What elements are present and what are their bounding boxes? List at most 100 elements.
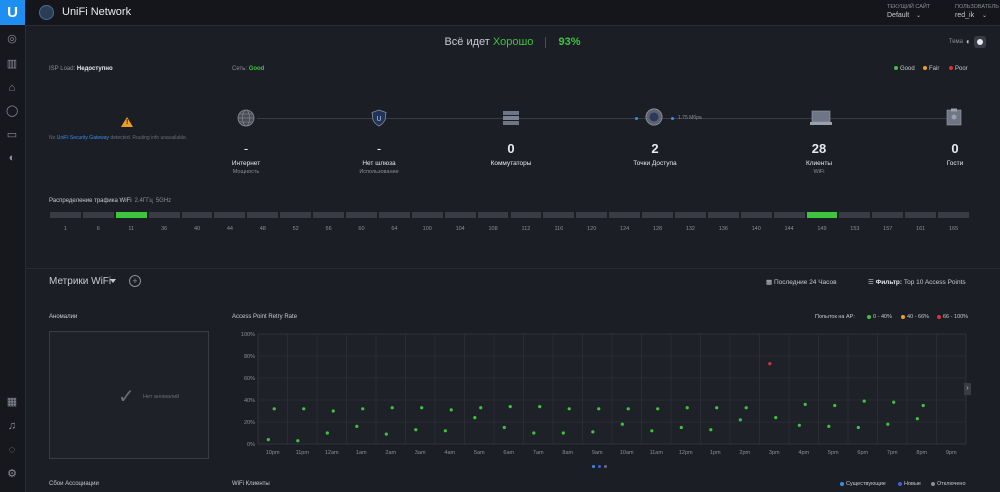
- retry-point: [597, 407, 601, 411]
- statistics-icon[interactable]: ▥: [6, 58, 18, 70]
- retry-point: [656, 407, 660, 411]
- x-tick-label: 3pm: [769, 450, 780, 456]
- map-icon[interactable]: ⌂: [6, 82, 18, 94]
- x-tick-label: 4pm: [798, 450, 809, 456]
- unifi-logo[interactable]: U: [0, 0, 25, 25]
- retry-point: [679, 425, 683, 430]
- channel-bar-128: [642, 212, 673, 218]
- events-icon[interactable]: ▦: [6, 396, 18, 408]
- channel-bar-48: [247, 212, 279, 218]
- channel-bar-60: [346, 212, 377, 218]
- x-tick-label: 9pm: [946, 450, 957, 456]
- mid-dot: [901, 314, 905, 319]
- status-percent: 93%: [558, 36, 581, 48]
- band-5-label[interactable]: 5GHz: [156, 198, 171, 204]
- network-value: Good: [248, 66, 265, 72]
- chart-next-arrow[interactable]: ›: [964, 383, 971, 395]
- retry-point: [921, 403, 925, 408]
- clients-sub: WiFi: [813, 169, 825, 175]
- low-dot: [867, 314, 871, 319]
- gateway-sub: Использование: [359, 169, 399, 175]
- channel-bar-108: [477, 212, 509, 218]
- legend-existing: Существующие: [840, 481, 886, 487]
- x-tick-label: 8am: [562, 450, 573, 456]
- isp-load-label: ISP Load:: [49, 66, 76, 72]
- isp-load: ISP Load: Недоступно: [49, 66, 113, 72]
- switch-icon: [503, 111, 519, 125]
- site-chevron-down-icon[interactable]: ⌄: [916, 12, 921, 19]
- devices-icon[interactable]: ◯: [6, 105, 18, 117]
- channel-label-48: 48: [259, 226, 266, 232]
- user-chevron-down-icon[interactable]: ⌄: [982, 12, 987, 19]
- chat-icon[interactable]: ◌: [6, 444, 18, 456]
- status-prefix: Всё идет: [444, 36, 490, 48]
- retry-point: [420, 406, 424, 410]
- retry-point: [532, 431, 536, 435]
- theme-dot: [977, 39, 983, 45]
- channel-label-6: 6: [96, 226, 100, 232]
- retry-chart-title: Access Point Retry Rate: [232, 314, 298, 320]
- channel-label-140: 140: [751, 226, 761, 232]
- y-tick-label: 0%: [247, 442, 255, 448]
- retry-legend-mid-label: 40 - 66%: [907, 314, 930, 320]
- channel-bar-52: [280, 212, 312, 218]
- retry-point: [272, 407, 276, 411]
- retry-point: [561, 431, 565, 435]
- gateway-label: Нет шлюза: [362, 160, 396, 167]
- retry-point: [856, 425, 860, 430]
- channel-bar-153: [839, 212, 871, 218]
- pager-dot-3[interactable]: [604, 465, 607, 468]
- retry-point: [591, 430, 595, 434]
- x-tick-label: 3am: [415, 450, 426, 456]
- metrics-chevron-down-icon[interactable]: [110, 279, 116, 283]
- clients-icon[interactable]: ▭: [6, 129, 18, 141]
- controller-icon[interactable]: [39, 5, 54, 20]
- access-point-icon: [645, 108, 663, 126]
- dashboard-icon[interactable]: ◎: [6, 33, 18, 45]
- clients-count: 28: [811, 141, 827, 156]
- filter-label: Фильтр:: [875, 279, 903, 286]
- retry-point: [331, 409, 335, 413]
- insights-icon[interactable]: ◐: [6, 152, 18, 164]
- period-selector[interactable]: ▦ Последние 24 Часов: [766, 278, 837, 286]
- poor-dot: [949, 66, 953, 71]
- legend-disconnected: Отключено: [931, 481, 966, 487]
- retry-point: [892, 400, 896, 404]
- new-dot: [898, 481, 902, 486]
- ap-label: Точки Доступа: [633, 160, 677, 167]
- legend-fair: Fair: [923, 66, 939, 72]
- channel-label-108: 108: [488, 226, 498, 232]
- retry-point: [715, 406, 719, 410]
- channel-label-132: 132: [685, 226, 695, 232]
- x-tick-label: 5pm: [828, 450, 839, 456]
- x-tick-label: 8pm: [916, 450, 927, 456]
- retry-point: [626, 407, 630, 411]
- add-metric-button[interactable]: +: [129, 275, 141, 287]
- theme-toggle[interactable]: [974, 36, 986, 48]
- user-selector[interactable]: red_ik: [955, 12, 974, 19]
- svg-text:U: U: [376, 116, 381, 123]
- channel-label-149: 149: [817, 226, 827, 232]
- retry-point: [414, 428, 418, 432]
- switches-count: 0: [507, 141, 515, 156]
- speed-dot: [635, 117, 638, 120]
- channel-bar-112: [510, 212, 542, 218]
- channel-label-40: 40: [193, 226, 201, 232]
- moon-icon[interactable]: ◐: [966, 38, 974, 46]
- pager-dot-2[interactable]: [598, 465, 601, 468]
- channel-bar-116: [543, 212, 575, 218]
- channel-bar-1: [50, 212, 81, 218]
- theme-label: Тема: [948, 39, 963, 45]
- alerts-icon[interactable]: ♫: [6, 420, 18, 432]
- retry-point: [302, 407, 306, 411]
- metrics-title[interactable]: Метрики WiFi: [49, 276, 111, 287]
- no-anomalies-text: Нет аномалий: [143, 394, 180, 400]
- usg-link[interactable]: UniFi Security Gateway: [57, 135, 109, 141]
- filter-selector[interactable]: ☰ Фильтр: Top 10 Access Points: [868, 278, 966, 286]
- band-24-label[interactable]: 2.4ГГц: [135, 198, 153, 204]
- settings-icon[interactable]: ⚙: [6, 468, 18, 480]
- legend-new-label: Новые: [904, 481, 921, 487]
- site-selector[interactable]: Default: [887, 12, 909, 19]
- pager-dot-1[interactable]: [592, 465, 595, 468]
- x-tick-label: 7pm: [887, 450, 898, 456]
